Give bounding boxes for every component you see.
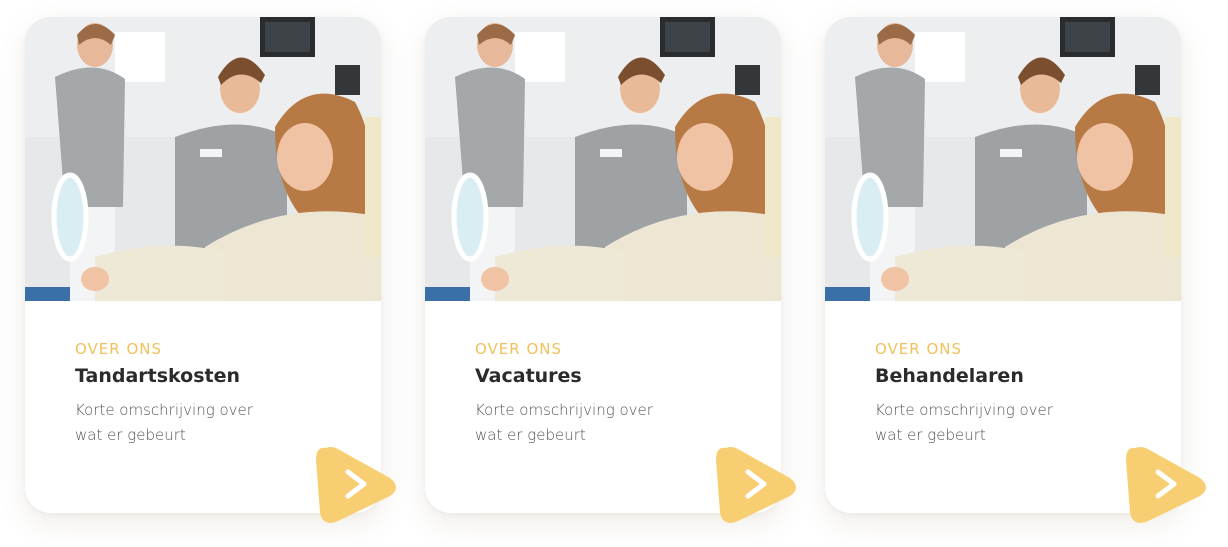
card-description: Korte omschrijving over wat er gebeurt: [475, 401, 653, 444]
card-next-button[interactable]: [712, 442, 802, 528]
card-description: Korte omschrijving over wat er gebeurt: [75, 401, 253, 444]
chevron-right-icon: [316, 447, 396, 523]
card-title[interactable]: Vacatures: [475, 365, 582, 387]
card-vacatures[interactable]: OVER ONS Vacatures Korte omschrijving ov…: [425, 17, 781, 513]
card-row: OVER ONS Tandartskosten Korte omschrijvi…: [0, 0, 1228, 547]
card-behandelaren[interactable]: OVER ONS Behandelaren Korte omschrijving…: [825, 17, 1181, 513]
card-next-button[interactable]: [1122, 442, 1212, 528]
dental-clinic-photo-icon: [425, 17, 781, 301]
dental-clinic-photo-icon: [825, 17, 1181, 301]
card-title[interactable]: Tandartskosten: [75, 365, 240, 387]
card-next-button[interactable]: [312, 442, 402, 528]
dental-clinic-photo-icon: [25, 17, 381, 301]
card-tandartskosten[interactable]: OVER ONS Tandartskosten Korte omschrijvi…: [25, 17, 381, 513]
card-eyebrow: OVER ONS: [75, 340, 163, 358]
chevron-right-icon: [1126, 447, 1206, 523]
card-eyebrow: OVER ONS: [475, 340, 563, 358]
card-title[interactable]: Behandelaren: [875, 365, 1024, 387]
card-description: Korte omschrijving over wat er gebeurt: [875, 401, 1053, 444]
chevron-right-icon: [716, 447, 796, 523]
card-eyebrow: OVER ONS: [875, 340, 963, 358]
